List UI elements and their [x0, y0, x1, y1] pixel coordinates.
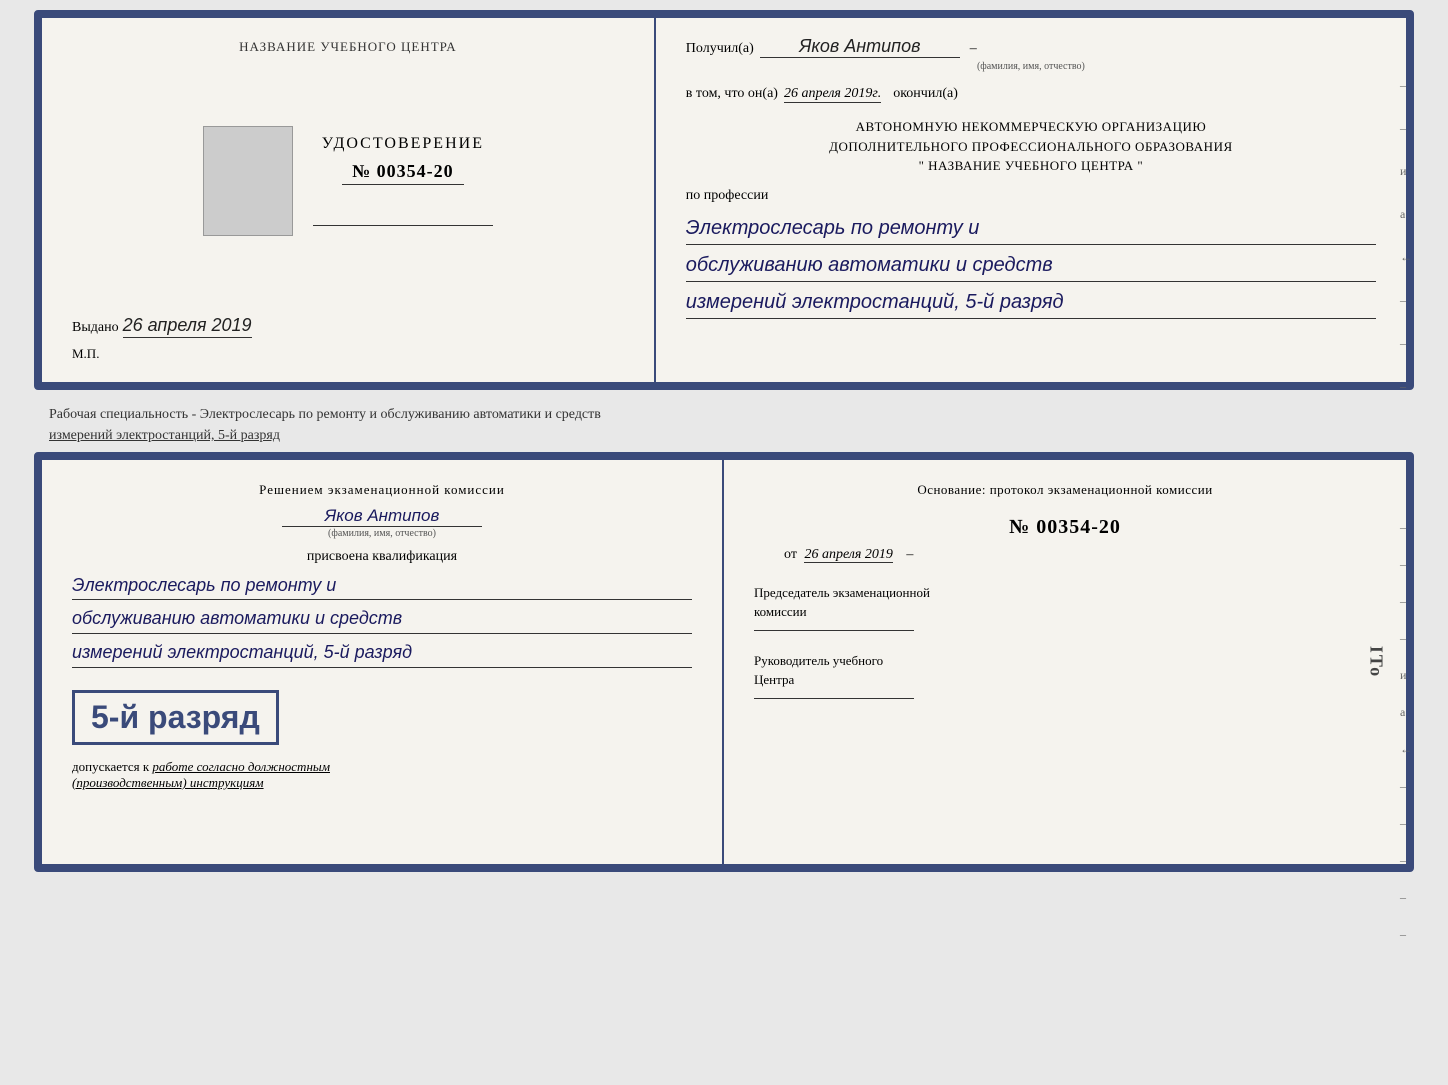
separator-text: Рабочая специальность - Электрослесарь п… [49, 404, 1429, 446]
v-tom-line: в том, что он(а) 26 апреля 2019г. окончи… [686, 86, 1376, 103]
protocol-number: № 00354-20 [754, 516, 1376, 539]
qual-line1: Электрослесарь по ремонту и [72, 571, 692, 601]
org-line3: " НАЗВАНИЕ УЧЕБНОГО ЦЕНТРА " [686, 156, 1376, 176]
cert-number: № 00354-20 [342, 161, 464, 185]
fio-value: Яков Антипов [799, 36, 920, 56]
chair-title: Председатель экзаменационной комиссии [754, 583, 1376, 622]
fio-bottom: Яков Антипов [325, 506, 440, 525]
chair-block: Председатель экзаменационной комиссии [754, 583, 1376, 631]
osnov-text: Основание: протокол экзаменационной коми… [754, 480, 1376, 500]
okonchill-date: 26 апреля 2019г. [784, 86, 881, 103]
dopuskaetsya-block: допускается к работе согласно должностны… [72, 759, 692, 791]
profession-line1: Электрослесарь по ремонту и [686, 212, 1376, 245]
ot-date: 26 апреля 2019 [804, 547, 892, 563]
org-block: АВТОНОМНУЮ НЕКОММЕРЧЕСКУЮ ОРГАНИЗАЦИЮ ДО… [686, 117, 1376, 176]
cert-bottom-right-panel: Основание: протокол экзаменационной коми… [724, 460, 1406, 864]
org-title-left: НАЗВАНИЕ УЧЕБНОГО ЦЕНТРА [239, 38, 456, 56]
cert-photo [203, 126, 293, 236]
ruk-sig-line [754, 698, 914, 699]
profession-block: Электрослесарь по ремонту и обслуживанию… [686, 208, 1376, 319]
ruk-title: Руководитель учебного Центра [754, 651, 1376, 690]
vydano-line: Выдано 26 апреля 2019 [72, 315, 252, 338]
org-line2: ДОПОЛНИТЕЛЬНОГО ПРОФЕССИОНАЛЬНОГО ОБРАЗО… [686, 137, 1376, 157]
okonchil-label: окончил(а) [893, 86, 958, 102]
fio-block-bottom: Яков Антипов (фамилия, имя, отчество) [72, 506, 692, 539]
profession-line3: измерений электростанций, 5-й разряд [686, 286, 1376, 319]
rank-badge: 5-й разряд [72, 690, 279, 745]
vydano-label: Выдано [72, 320, 119, 336]
dopuskaetsya-value: работе согласно должностным [152, 759, 330, 774]
fio-hint-bottom: (фамилия, имя, отчество) [72, 528, 692, 539]
qual-line2: обслуживанию автоматики и средств [72, 604, 692, 634]
ot-line: от 26 апреля 2019 – [754, 547, 1376, 563]
separator-underlined: измерений электростанций, 5-й разряд [49, 428, 280, 443]
poluchil-line: Получил(а) Яков Антипов – [686, 36, 1376, 58]
cert-right-panel: Получил(а) Яков Антипов – (фамилия, имя,… [656, 18, 1406, 382]
chair-sig-line [754, 630, 914, 631]
fio-hint: (фамилия, имя, отчество) [686, 61, 1376, 72]
side-dashes-top: ––иа←––– [1400, 78, 1412, 394]
po-professii-label: по профессии [686, 188, 1376, 204]
vydano-date: 26 апреля 2019 [123, 315, 252, 338]
ruk-block: Руководитель учебного Центра [754, 651, 1376, 699]
certificate-top: НАЗВАНИЕ УЧЕБНОГО ЦЕНТРА УДОСТОВЕРЕНИЕ №… [34, 10, 1414, 390]
qual-lines-bottom: Электрослесарь по ремонту и обслуживанию… [72, 571, 692, 668]
certificate-bottom: Решением экзаменационной комиссии Яков А… [34, 452, 1414, 872]
poluchil-label: Получил(а) [686, 41, 754, 57]
dopuskaetsya-value2: (производственным) инструкциям [72, 775, 264, 790]
cert-bottom-left: Выдано 26 апреля 2019 М.П. [72, 305, 624, 362]
mp-label: М.П. [72, 346, 99, 362]
side-dashes-bottom: ––––иа←––––– [1400, 520, 1412, 942]
org-line1: АВТОНОМНУЮ НЕКОММЕРЧЕСКУЮ ОРГАНИЗАЦИЮ [686, 117, 1376, 137]
fio-underline: Яков Антипов [760, 36, 960, 58]
udostoverenie-label: УДОСТОВЕРЕНИЕ [322, 135, 484, 153]
resheniem-title: Решением экзаменационной комиссии [72, 480, 692, 500]
rank-badge-container: 5-й разряд [72, 678, 692, 753]
dopuskaetsya-label: допускается к [72, 759, 149, 774]
cert-left-panel: НАЗВАНИЕ УЧЕБНОГО ЦЕНТРА УДОСТОВЕРЕНИЕ №… [42, 18, 656, 382]
prisvoena-label: присвоена квалификация [72, 549, 692, 565]
qual-line3: измерений электростанций, 5-й разряд [72, 638, 692, 668]
ot-label: от [784, 547, 797, 562]
v-tom-label: в том, что он(а) [686, 86, 778, 102]
cert-bottom-left-panel: Решением экзаменационной комиссии Яков А… [42, 460, 724, 864]
ito-watermark: ITo [1365, 646, 1386, 678]
cert-center: УДОСТОВЕРЕНИЕ № 00354-20 [203, 56, 493, 305]
separator-normal: Рабочая специальность - Электрослесарь п… [49, 407, 601, 422]
profession-line2: обслуживанию автоматики и средств [686, 249, 1376, 282]
